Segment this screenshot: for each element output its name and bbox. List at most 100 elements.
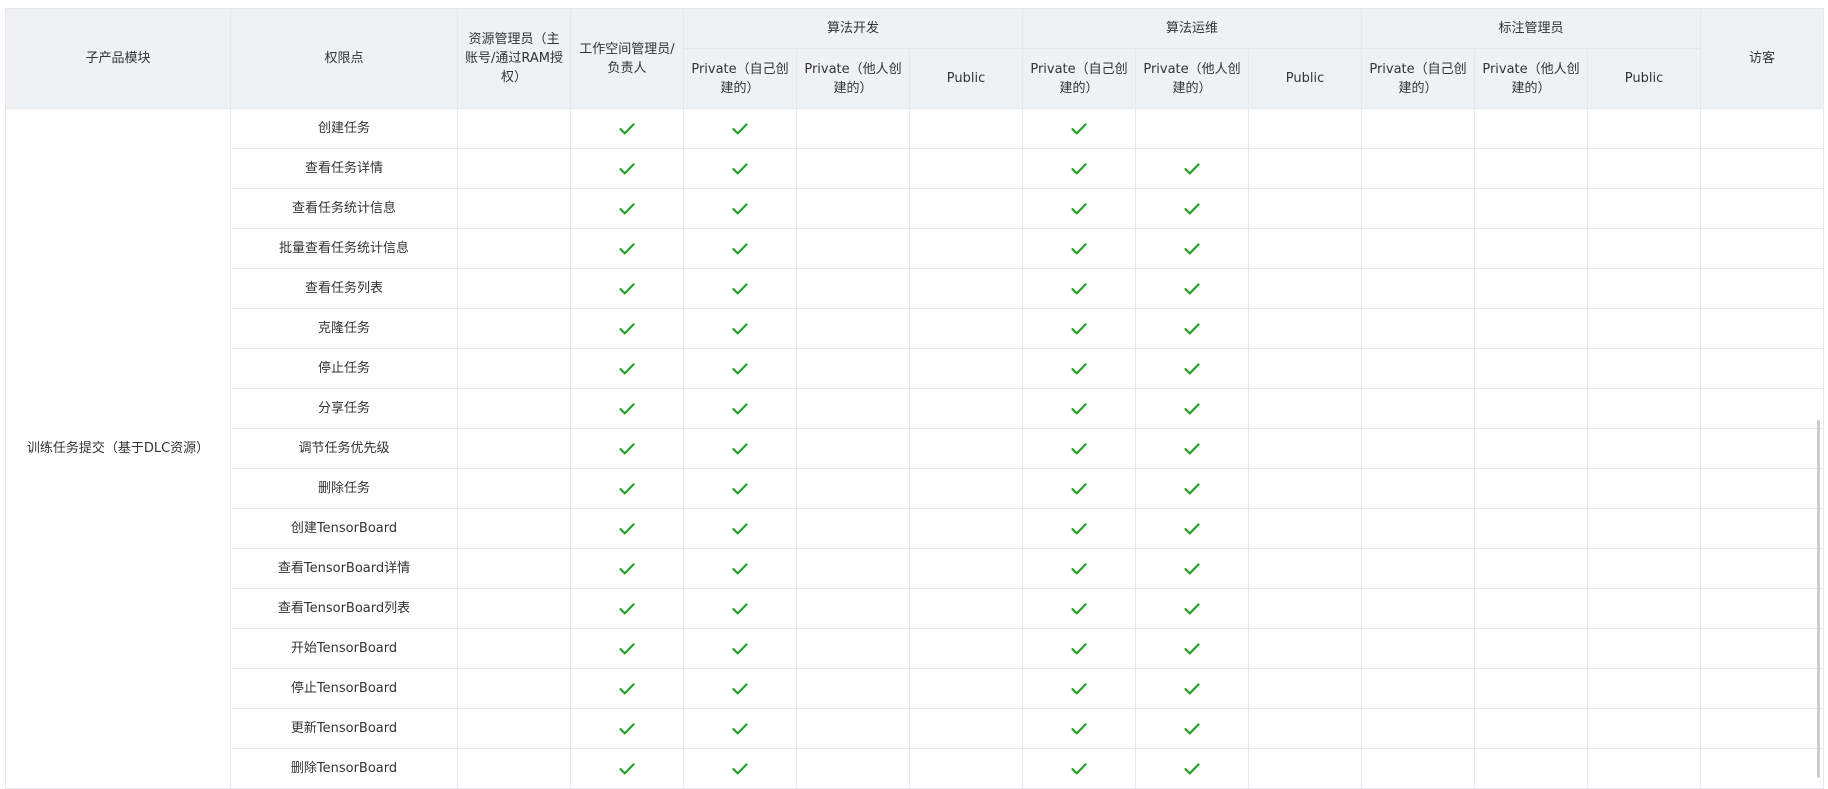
cell-label-private-other [1474, 548, 1588, 589]
cell-algo-dev-private-other [796, 468, 910, 509]
cell-algo-dev-public [909, 628, 1023, 669]
check-icon [1071, 562, 1087, 576]
cell-workspace-admin [570, 708, 684, 749]
table-row: 创建TensorBoard [6, 508, 1825, 549]
cell-label-private-other [1474, 628, 1588, 669]
cell-guest [1700, 548, 1825, 589]
cell-algo-ops-private-other [1135, 148, 1249, 189]
cell-workspace-admin [570, 508, 684, 549]
cell-algo-dev-private-own [683, 228, 797, 269]
cell-label-private-own [1361, 668, 1475, 709]
check-icon [619, 682, 635, 696]
check-icon [1071, 682, 1087, 696]
cell-label-private-own [1361, 268, 1475, 309]
cell-label-private-own [1361, 228, 1475, 269]
cell-algo-ops-public [1248, 108, 1362, 149]
permission-name: 删除TensorBoard [230, 748, 458, 789]
cell-algo-ops-private-other [1135, 468, 1249, 509]
cell-label-public [1586, 268, 1702, 309]
cell-label-public [1586, 388, 1702, 429]
cell-resource-admin [457, 548, 571, 589]
cell-workspace-admin [570, 188, 684, 229]
cell-algo-dev-public [909, 348, 1023, 389]
cell-algo-ops-public [1248, 548, 1362, 589]
cell-algo-ops-public [1248, 748, 1362, 789]
cell-algo-dev-public [909, 748, 1023, 789]
check-icon [1184, 242, 1200, 256]
check-icon [1071, 602, 1087, 616]
permission-name: 创建任务 [230, 108, 458, 149]
check-icon [732, 722, 748, 736]
check-icon [1071, 442, 1087, 456]
cell-guest [1700, 508, 1825, 549]
cell-label-private-own [1361, 508, 1475, 549]
header-algo-ops: 算法运维 [1022, 8, 1362, 49]
scrollbar-thumb[interactable] [1817, 420, 1820, 778]
check-icon [1071, 722, 1087, 736]
check-icon [1071, 322, 1087, 336]
cell-algo-dev-private-own [683, 308, 797, 349]
permission-name: 创建TensorBoard [230, 508, 458, 549]
cell-algo-ops-public [1248, 228, 1362, 269]
check-icon [1184, 442, 1200, 456]
check-icon [732, 442, 748, 456]
cell-label-private-other [1474, 468, 1588, 509]
cell-guest [1700, 428, 1825, 469]
cell-label-public [1586, 708, 1702, 749]
check-icon [619, 522, 635, 536]
table-row: 开始TensorBoard [6, 628, 1825, 669]
cell-algo-ops-private-own [1022, 428, 1136, 469]
check-icon [732, 762, 748, 776]
cell-label-public [1586, 148, 1702, 189]
check-icon [1071, 242, 1087, 256]
check-icon [619, 482, 635, 496]
check-icon [1184, 482, 1200, 496]
cell-workspace-admin [570, 308, 684, 349]
permission-name: 开始TensorBoard [230, 628, 458, 669]
cell-algo-ops-public [1248, 508, 1362, 549]
cell-algo-dev-private-other [796, 708, 910, 749]
cell-algo-ops-public [1248, 348, 1362, 389]
cell-algo-ops-private-own [1022, 188, 1136, 229]
check-icon [1184, 522, 1200, 536]
cell-algo-dev-private-own [683, 628, 797, 669]
table-row: 停止任务 [6, 348, 1825, 389]
cell-algo-ops-public [1248, 628, 1362, 669]
cell-resource-admin [457, 668, 571, 709]
cell-label-private-own [1361, 468, 1475, 509]
cell-algo-dev-private-other [796, 348, 910, 389]
table-row: 查看TensorBoard详情 [6, 548, 1825, 589]
check-icon [732, 282, 748, 296]
cell-label-private-own [1361, 108, 1475, 149]
permission-name: 批量查看任务统计信息 [230, 228, 458, 269]
cell-guest [1700, 748, 1825, 789]
header-resource-admin: 资源管理员（主账号/通过RAM授权） [457, 8, 571, 109]
check-icon [1071, 642, 1087, 656]
cell-algo-dev-private-other [796, 588, 910, 629]
cell-label-private-own [1361, 548, 1475, 589]
cell-algo-dev-public [909, 548, 1023, 589]
check-icon [1071, 122, 1087, 136]
header-label-private-own: Private（自己创建的） [1361, 48, 1475, 109]
cell-workspace-admin [570, 108, 684, 149]
cell-algo-dev-private-other [796, 748, 910, 789]
permission-name: 查看TensorBoard详情 [230, 548, 458, 589]
check-icon [732, 682, 748, 696]
cell-workspace-admin [570, 228, 684, 269]
cell-algo-dev-public [909, 108, 1023, 149]
cell-label-public [1586, 228, 1702, 269]
cell-algo-dev-public [909, 668, 1023, 709]
cell-label-private-other [1474, 188, 1588, 229]
cell-label-public [1586, 308, 1702, 349]
header-label-admin: 标注管理员 [1360, 8, 1702, 49]
cell-label-private-own [1361, 348, 1475, 389]
cell-algo-ops-public [1248, 708, 1362, 749]
cell-label-private-own [1361, 148, 1475, 189]
cell-algo-ops-private-own [1022, 508, 1136, 549]
cell-algo-ops-private-other [1135, 748, 1249, 789]
table-row: 调节任务优先级 [6, 428, 1825, 469]
cell-label-private-own [1361, 388, 1475, 429]
cell-label-private-other [1474, 308, 1588, 349]
cell-algo-ops-public [1248, 468, 1362, 509]
cell-algo-dev-private-own [683, 588, 797, 629]
